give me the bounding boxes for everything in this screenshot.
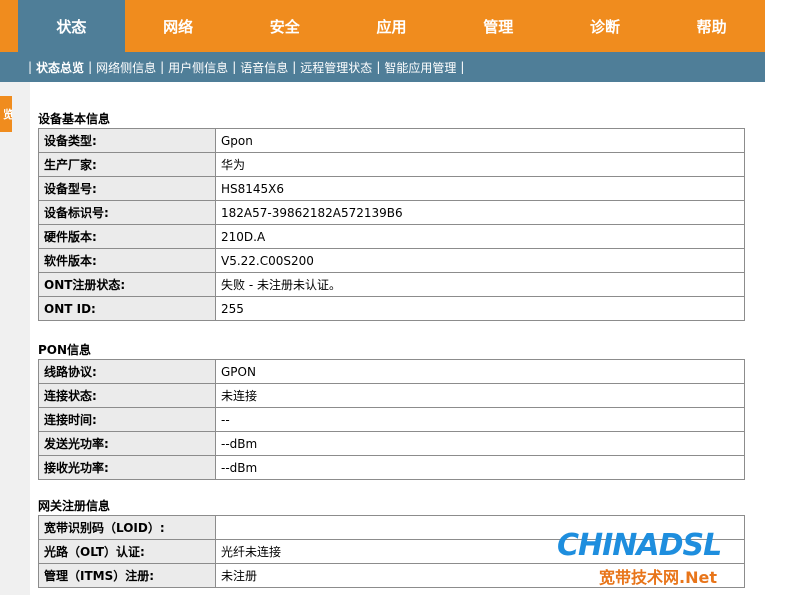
row-key: 接收光功率: [38,455,216,480]
row-key: 硬件版本: [38,224,216,249]
section-title-pon-info: PON信息 [38,343,92,357]
tab-security[interactable]: 安全 [231,0,338,52]
row-key: 连接状态: [38,383,216,408]
row-value: 未连接 [215,383,745,408]
sidebar-tab-label: 览 [3,108,12,121]
row-value: 182A57-39862182A572139B6 [215,200,745,225]
subnav-item-overview[interactable]: 状态总览 [36,59,84,76]
table-row: 接收光功率: --dBm [38,455,745,480]
subnav-separator: | [292,60,297,74]
tab-management[interactable]: 管理 [445,0,552,52]
side-strip [0,82,30,595]
sidebar-overview-tab[interactable]: 览 [0,96,12,132]
table-row: 设备标识号: 182A57-39862182A572139B6 [38,200,745,225]
table-row: 设备类型: Gpon [38,128,745,153]
subnav-separator: | [460,60,465,74]
row-key: ONT ID: [38,296,216,321]
table-row: 软件版本: V5.22.C00S200 [38,248,745,273]
table-row: ONT注册状态: 失败 - 未注册未认证。 [38,272,745,297]
row-value: V5.22.C00S200 [215,248,745,273]
table-row: 设备型号: HS8145X6 [38,176,745,201]
row-value: --dBm [215,431,745,456]
row-key: 设备标识号: [38,200,216,225]
row-key: 线路协议: [38,359,216,384]
section-title-device-info: 设备基本信息 [38,112,111,126]
subnav-separator: | [376,60,381,74]
watermark-line2: 宽带技术网.Net [599,568,717,587]
row-key: 光路（OLT）认证: [38,539,216,564]
section-title-gateway-registration: 网关注册信息 [38,499,111,513]
row-key: 软件版本: [38,248,216,273]
row-value: GPON [215,359,745,384]
row-key: 设备型号: [38,176,216,201]
sub-navigation: | 状态总览 | 网络侧信息 | 用户侧信息 | 语音信息 | 远程管理状态 |… [0,52,765,82]
top-navigation: 状态 网络 安全 应用 管理 诊断 帮助 [0,0,765,52]
row-value: -- [215,407,745,432]
device-info-table: 设备类型: Gpon 生产厂家: 华为 设备型号: HS8145X6 设备标识号: 18… [38,128,745,321]
row-key: 生产厂家: [38,152,216,177]
watermark-logo: CHINADSL 宽带技术网.Net [555,528,780,588]
subnav-separator: | [160,60,165,74]
row-value: 255 [215,296,745,321]
row-key: 宽带识别码（LOID）: [38,515,216,540]
pon-info-table: 线路协议: GPON 连接状态: 未连接 连接时间: -- 发送光功率: --dBm 接… [38,359,745,480]
tab-network[interactable]: 网络 [125,0,232,52]
row-value: HS8145X6 [215,176,745,201]
row-value: 210D.A [215,224,745,249]
top-nav-lead [0,0,18,52]
row-value: 失败 - 未注册未认证。 [215,272,745,297]
tab-status[interactable]: 状态 [18,0,125,52]
subnav-item-network-side[interactable]: 网络侧信息 [96,59,156,76]
row-key: 设备类型: [38,128,216,153]
table-row: 发送光功率: --dBm [38,431,745,456]
row-value: --dBm [215,455,745,480]
subnav-separator: | [28,60,33,74]
main-content: 设备基本信息 设备类型: Gpon 生产厂家: 华为 设备型号: HS8145X6 设… [30,82,765,595]
table-row: 连接时间: -- [38,407,745,432]
tab-diagnosis[interactable]: 诊断 [552,0,659,52]
row-value: 华为 [215,152,745,177]
tab-help[interactable]: 帮助 [658,0,765,52]
subnav-item-user-side[interactable]: 用户侧信息 [168,59,228,76]
row-key: 连接时间: [38,407,216,432]
tab-application[interactable]: 应用 [338,0,445,52]
table-row: ONT ID: 255 [38,296,745,321]
subnav-item-voice[interactable]: 语音信息 [240,59,288,76]
subnav-separator: | [88,60,93,74]
row-value: Gpon [215,128,745,153]
table-row: 硬件版本: 210D.A [38,224,745,249]
subnav-separator: | [232,60,237,74]
subnav-item-remote-management[interactable]: 远程管理状态 [300,59,372,76]
table-row: 生产厂家: 华为 [38,152,745,177]
table-row: 连接状态: 未连接 [38,383,745,408]
watermark-line1: CHINADSL [557,528,722,563]
row-key: ONT注册状态: [38,272,216,297]
row-key: 管理（ITMS）注册: [38,563,216,588]
table-row: 线路协议: GPON [38,359,745,384]
row-key: 发送光功率: [38,431,216,456]
subnav-item-smart-app[interactable]: 智能应用管理 [384,59,456,76]
